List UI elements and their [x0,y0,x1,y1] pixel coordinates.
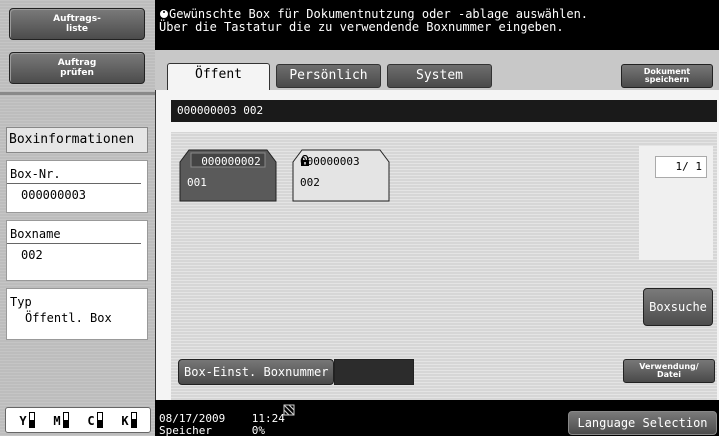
box-number-wrap: 000000003 [300,155,360,168]
network-icon [283,404,295,416]
save-document-button[interactable]: Dokument speichern [621,64,713,88]
box-number-entry-button[interactable]: Box-Einst. Boxnummer [178,359,334,385]
tab-personal[interactable]: Persönlich [276,64,381,88]
info-icon [160,10,168,18]
use-file-button[interactable]: Verwendung/ Datei [623,359,715,383]
message-line-2: Über die Tastatur die zu verwendende Box… [159,20,564,34]
box-name: 001 [187,176,207,189]
status-bar: 08/17/2009 11:24 Speicher 0% Language Se… [155,400,719,436]
toner-letter: M [53,414,61,428]
box-number-value: 000000003 [21,188,87,202]
toner-level-bar [96,412,103,428]
box-number: 000000002 [201,155,261,168]
box-item[interactable]: 000000003 002 [292,148,390,202]
box-type-card: Typ Öffentl. Box [6,288,148,340]
check-job-label-1: Auftrag [57,58,97,68]
job-list-button[interactable]: Auftrags- liste [9,8,145,40]
box-number-label: Box-Nr. [7,161,141,184]
toner-indicator: Y M C K [5,407,151,433]
toner-yellow: Y [19,412,35,428]
use-file-label-2: Datei [656,370,682,379]
job-list-label-1: Auftrags- [53,14,101,24]
check-job-label-2: prüfen [60,68,94,78]
lock-icon [301,155,309,166]
toner-black: K [121,412,137,428]
toner-level-bar [62,412,69,428]
toner-level-bar [28,412,35,428]
box-number-field[interactable] [334,359,414,385]
divider [0,92,155,95]
tab-public[interactable]: Öffent [167,63,270,90]
box-name-card: Boxname 002 [6,220,148,281]
box-number-card: Box-Nr. 000000003 [6,160,148,213]
status-datetime: 08/17/2009 11:24 [159,413,285,424]
language-selection-button[interactable]: Language Selection [568,411,717,435]
box-info-title: Boxinformationen [6,127,148,153]
job-list-label-2: liste [66,24,88,34]
save-document-label-2: speichern [644,75,690,84]
box-name: 002 [300,176,320,189]
toner-level-bar [130,412,137,428]
box-search-button[interactable]: Boxsuche [643,288,713,326]
tab-system[interactable]: System [387,64,492,88]
toner-letter: C [87,414,95,428]
check-job-button[interactable]: Auftrag prüfen [9,52,145,84]
box-name-label: Boxname [7,221,141,244]
toner-cyan: C [87,412,103,428]
main-panel: 000000003 002 000000002 001 000000003 00… [155,90,719,422]
message-bar: Gewünschte Box für Dokumentnutzung oder … [155,0,719,50]
memory-label: Speicher [159,424,212,436]
memory-status: Speicher 0% [159,425,265,436]
toner-letter: Y [19,414,27,428]
box-name-value: 002 [21,248,43,262]
page-indicator: 1/ 1 [655,156,707,178]
memory-value: 0% [251,424,265,436]
box-item[interactable]: 000000002 001 [179,148,277,202]
box-type-value: Öffentl. Box [25,311,112,325]
left-panel: Auftrags- liste Auftrag prüfen Boxinform… [0,0,155,436]
toner-magenta: M [53,412,69,428]
pager: 1/ 1 [639,146,713,260]
bottom-controls: Box-Einst. Boxnummer Verwendung/ Datei [171,353,717,385]
tab-row: Öffent Persönlich System Dokument speich… [155,50,719,90]
toner-letter: K [121,414,129,428]
box-path: 000000003 002 [171,100,717,122]
box-type-label: Typ [10,295,32,309]
